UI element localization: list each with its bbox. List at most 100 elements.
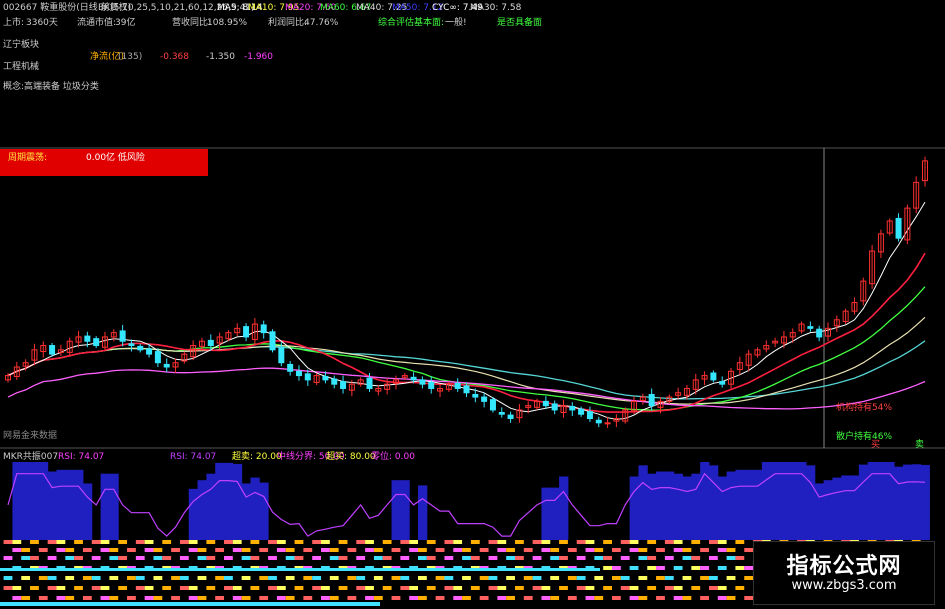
rsi-bar	[832, 477, 842, 540]
signal-strip	[744, 596, 754, 600]
signal-strip	[532, 576, 542, 580]
signal-strip	[488, 576, 498, 580]
signal-strip	[241, 548, 251, 552]
signal-strip	[268, 540, 277, 544]
candle-body	[498, 412, 505, 415]
signal-strip	[576, 540, 586, 544]
signal-strip	[338, 540, 348, 544]
signal-strip	[682, 556, 692, 560]
signal-strip	[708, 556, 718, 560]
signal-strip	[594, 548, 604, 552]
signal-strip	[470, 586, 480, 590]
signal-strip	[144, 596, 154, 600]
signal-strip	[365, 548, 374, 552]
alert-label: 周期震荡:	[8, 153, 48, 163]
signal-strip	[312, 576, 322, 580]
signal-strip	[74, 586, 83, 590]
signal-strip	[356, 540, 366, 544]
signal-strip	[109, 556, 119, 560]
signal-strip	[312, 586, 322, 590]
signal-strip	[179, 586, 189, 590]
signal-strip	[550, 576, 560, 580]
rsi-bar	[206, 473, 216, 540]
flow-v3: -1.960	[244, 52, 274, 62]
signal-strip	[82, 576, 92, 580]
signal-strip	[250, 556, 260, 560]
signal-strip	[638, 596, 648, 600]
signal-strip	[629, 548, 639, 552]
signal-strip	[179, 556, 189, 560]
signal-strip	[453, 596, 463, 600]
signal-strip	[321, 586, 330, 590]
rsi-bar	[744, 469, 754, 540]
sub-name[interactable]: MKR共振007	[3, 452, 58, 463]
signal-strip	[21, 556, 31, 560]
candle-body	[807, 326, 814, 329]
signal-strip	[620, 586, 630, 590]
signal-strip	[656, 548, 665, 552]
candle-body	[481, 396, 488, 402]
signal-strip	[356, 576, 366, 580]
candle-body	[586, 411, 593, 420]
candle-body	[816, 328, 823, 338]
signal-strip	[365, 586, 374, 590]
candle-body	[295, 370, 302, 377]
signal-strip	[532, 586, 542, 590]
signal-strip	[197, 556, 207, 560]
rsi-bar	[805, 465, 816, 540]
signal-strip	[744, 566, 754, 570]
signal-strip	[629, 596, 639, 600]
signal-strip	[426, 556, 436, 560]
flow-days: (135)	[118, 52, 143, 62]
signal-strip	[426, 540, 436, 544]
bottom-left-note: 网易金来数据	[3, 431, 58, 441]
signal-strip	[585, 596, 595, 600]
signal-strip	[21, 596, 31, 600]
rsi-bar	[753, 469, 763, 540]
signal-strip	[347, 548, 357, 552]
profit-value: 47.76%	[304, 18, 339, 28]
candle-body	[719, 381, 726, 385]
candlestick-chart	[0, 147, 945, 606]
sub-oversell: 超买: 80.00	[326, 452, 376, 462]
candle-body	[340, 381, 347, 389]
signal-strip	[12, 548, 22, 552]
signal-strip	[673, 586, 683, 590]
cyan-strip	[0, 568, 600, 571]
signal-strip	[418, 576, 427, 580]
sub-overbuy: 超卖: 20.00	[232, 452, 282, 462]
inst-holding: 机构持有54%	[836, 403, 893, 413]
signal-strip	[241, 576, 251, 580]
signal-strip	[664, 540, 674, 544]
candle-body	[119, 330, 126, 342]
signal-strip	[550, 548, 560, 552]
signal-strip	[497, 586, 507, 590]
signal-strip	[506, 576, 515, 580]
candle-body	[260, 324, 267, 334]
rsi-bar	[841, 475, 851, 540]
signal-strip	[179, 576, 189, 580]
signal-strip	[276, 540, 286, 544]
signal-strip	[188, 596, 198, 600]
candle-body	[128, 343, 135, 347]
signal-strip	[585, 586, 595, 590]
signal-strip	[629, 586, 639, 590]
signal-strip	[576, 556, 586, 560]
signal-strip	[682, 596, 692, 600]
signal-strip	[514, 586, 524, 590]
signal-strip	[294, 556, 304, 560]
signal-strip	[153, 576, 163, 580]
signal-strip	[232, 596, 242, 600]
profit-label: 利润同比:	[268, 18, 308, 28]
signal-strip	[268, 576, 277, 580]
rsi-bar	[902, 464, 913, 540]
signal-strip	[735, 566, 745, 570]
signal-strip	[409, 548, 419, 552]
signal-strip	[744, 548, 754, 552]
rev-label: 营收同比:	[172, 18, 212, 28]
signal-strip	[188, 548, 198, 552]
signal-strip	[65, 548, 75, 552]
candle-body	[428, 381, 435, 389]
signal-strip	[700, 566, 709, 570]
signal-strip	[321, 548, 330, 552]
